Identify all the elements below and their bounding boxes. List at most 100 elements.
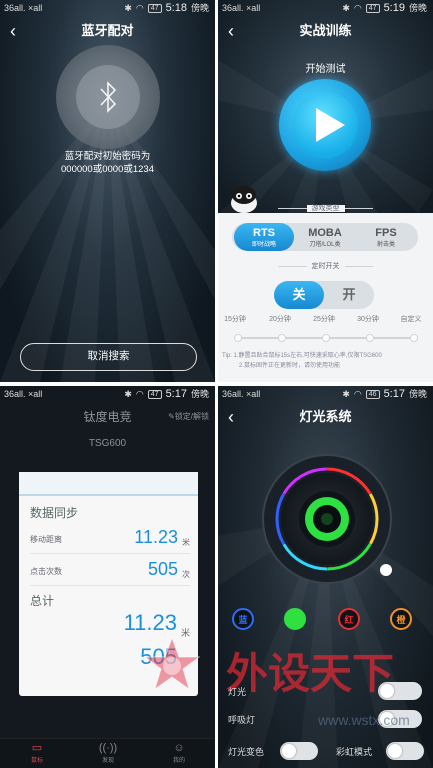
timer-on-option[interactable]: 开: [324, 281, 374, 309]
total-title: 总计: [30, 594, 55, 608]
stat-row-distance: 移动距离 11.23 米: [30, 524, 190, 554]
mouse-icon: ▭: [31, 742, 43, 754]
signal-indicator: 36all. ×all: [4, 3, 43, 13]
switch-row-light: 灯光: [218, 680, 433, 702]
discover-icon: ((·)): [98, 742, 118, 754]
mode-moba[interactable]: MOBA 刀塔/LOL类: [295, 223, 355, 251]
total-distance-value: 11.23: [123, 610, 177, 635]
game-type-section-label: 游戏类型: [218, 203, 433, 213]
mode-fps-sub: 射击类: [376, 242, 395, 248]
mode-fps[interactable]: FPS 射击类: [356, 223, 416, 251]
signal-indicator: 36all. ×all: [4, 389, 43, 399]
pairing-text-line1: 蓝牙配对初始密码为: [64, 151, 151, 162]
play-button-core: [292, 92, 358, 158]
watermark-star-logo: [144, 636, 200, 691]
nav-discover[interactable]: ((·)) 发现: [93, 741, 123, 764]
nav-mouse[interactable]: ▭ 鼠标: [22, 741, 52, 764]
battery-icon: 46: [365, 389, 380, 399]
tick-dot[interactable]: [366, 334, 374, 342]
sync-title: 数据同步: [30, 506, 79, 520]
user-icon: ☺: [173, 742, 185, 754]
timer-section-label: 定时开关: [218, 261, 433, 271]
clock-period: 傍晚: [408, 3, 427, 13]
statistics-screen: 36all. ×all ✱ ◠ 47 5:17 傍晚 钛度电竞 ✎锁定/解锁 T…: [0, 386, 215, 768]
tip-text: Tip: 1.静置且贴合鼠标15s左右,可快速采取心率,仅限TSG600 2.鼠…: [222, 351, 429, 371]
header: 钛度电竞 ✎锁定/解锁: [0, 402, 215, 432]
mode-moba-name: MOBA: [308, 227, 342, 239]
switch-label: 呼吸灯: [228, 715, 256, 725]
tip-line1: Tip: 1.静置且贴合鼠标15s左右,可快速采取心率,仅限TSG600: [222, 353, 382, 359]
battery-icon: 47: [365, 3, 380, 13]
stat-value: 505: [147, 559, 178, 579]
wifi-icon: ◠: [353, 3, 362, 13]
timer-slider-track[interactable]: [234, 334, 418, 342]
color-green-button[interactable]: [284, 608, 306, 630]
pairing-text-line2: 000000或0000或1234: [61, 164, 154, 175]
lock-toggle-button[interactable]: ✎锁定/解锁: [168, 402, 209, 432]
color-wheel[interactable]: [262, 454, 392, 584]
tick-20min[interactable]: 20分钟: [265, 314, 295, 324]
page-title: 蓝牙配对: [81, 23, 134, 38]
timer-toggle[interactable]: 关 开: [274, 281, 374, 309]
tick-custom[interactable]: 自定义: [396, 314, 426, 324]
status-bar: 36all. ×all ✱ ◠ 46 5:17 傍晚: [218, 386, 433, 402]
color-red-button[interactable]: 红: [338, 608, 360, 630]
page-title: 灯光系统: [299, 409, 352, 424]
timer-label: 定时开关: [306, 263, 345, 270]
stat-unit: 次: [182, 570, 190, 579]
timer-off-option[interactable]: 关: [274, 281, 324, 309]
clock-period: 傍晚: [190, 3, 209, 13]
pairing-instructions: 蓝牙配对初始密码为 000000或0000或1234: [0, 150, 215, 176]
color-orange-button[interactable]: 橙: [390, 608, 412, 630]
stat-value: 11.23: [134, 527, 178, 547]
tick-25min[interactable]: 25分钟: [309, 314, 339, 324]
mode-fps-name: FPS: [375, 227, 397, 239]
clock: 5:18: [165, 2, 187, 14]
start-test-label: 开始测试: [305, 64, 346, 75]
tick-dot[interactable]: [234, 334, 242, 342]
wifi-icon: ◠: [353, 389, 362, 399]
game-type-label: 游戏类型: [306, 205, 345, 212]
back-arrow-icon[interactable]: ‹: [228, 16, 234, 46]
cancel-search-button[interactable]: 取消搜索: [20, 343, 197, 371]
stat-label: 移动距离: [30, 535, 62, 544]
mode-rts-name: RTS: [253, 227, 275, 239]
nav-profile[interactable]: ☺ 我的: [164, 741, 194, 764]
tick-30min[interactable]: 30分钟: [353, 314, 383, 324]
color-blue-button[interactable]: 蓝: [232, 608, 254, 630]
clock: 5:17: [383, 388, 405, 400]
switch-label: 彩虹模式: [336, 747, 373, 757]
tip-line2: 2.鼠标固件正在更新时，请勿使用功能: [239, 363, 341, 369]
bluetooth-status-icon: ✱: [124, 389, 132, 399]
back-arrow-icon[interactable]: ‹: [228, 402, 234, 432]
bluetooth-status-icon: ✱: [342, 3, 350, 13]
battery-icon: 47: [147, 389, 162, 399]
back-arrow-icon[interactable]: ‹: [10, 16, 16, 46]
lock-label: 锁定/解锁: [174, 412, 209, 421]
stat-label: 点击次数: [30, 567, 62, 576]
toggle-knob: [282, 744, 296, 758]
start-test-button[interactable]: [279, 79, 371, 171]
tick-dot[interactable]: [278, 334, 286, 342]
tick-15min[interactable]: 15分钟: [220, 314, 250, 324]
toggle-knob: [380, 684, 394, 698]
wifi-icon: ◠: [135, 389, 144, 399]
color-wheel-handle[interactable]: [380, 564, 392, 576]
clock: 5:17: [165, 388, 187, 400]
color-change-toggle[interactable]: [280, 742, 318, 760]
lighting-screen: 36all. ×all ✱ ◠ 46 5:17 傍晚 ‹ 灯光系统 蓝 红 橙 …: [218, 386, 433, 768]
bluetooth-status-icon: ✱: [124, 3, 132, 13]
switch-row-bottom: 灯光变色 彩虹模式: [218, 740, 433, 762]
page-title: 钛度电竞: [83, 410, 132, 424]
rainbow-toggle[interactable]: [386, 742, 424, 760]
tick-dot[interactable]: [410, 334, 418, 342]
device-model: TSG600: [88, 438, 127, 449]
battery-icon: 47: [147, 3, 162, 13]
mode-rts[interactable]: RTS 即时战略: [234, 223, 294, 251]
light-toggle[interactable]: [378, 682, 422, 700]
tick-dot[interactable]: [322, 334, 330, 342]
wifi-icon: ◠: [135, 3, 144, 13]
toggle-knob: [388, 744, 402, 758]
edit-icon: ✎: [168, 412, 175, 421]
clock-period: 傍晚: [408, 389, 427, 399]
